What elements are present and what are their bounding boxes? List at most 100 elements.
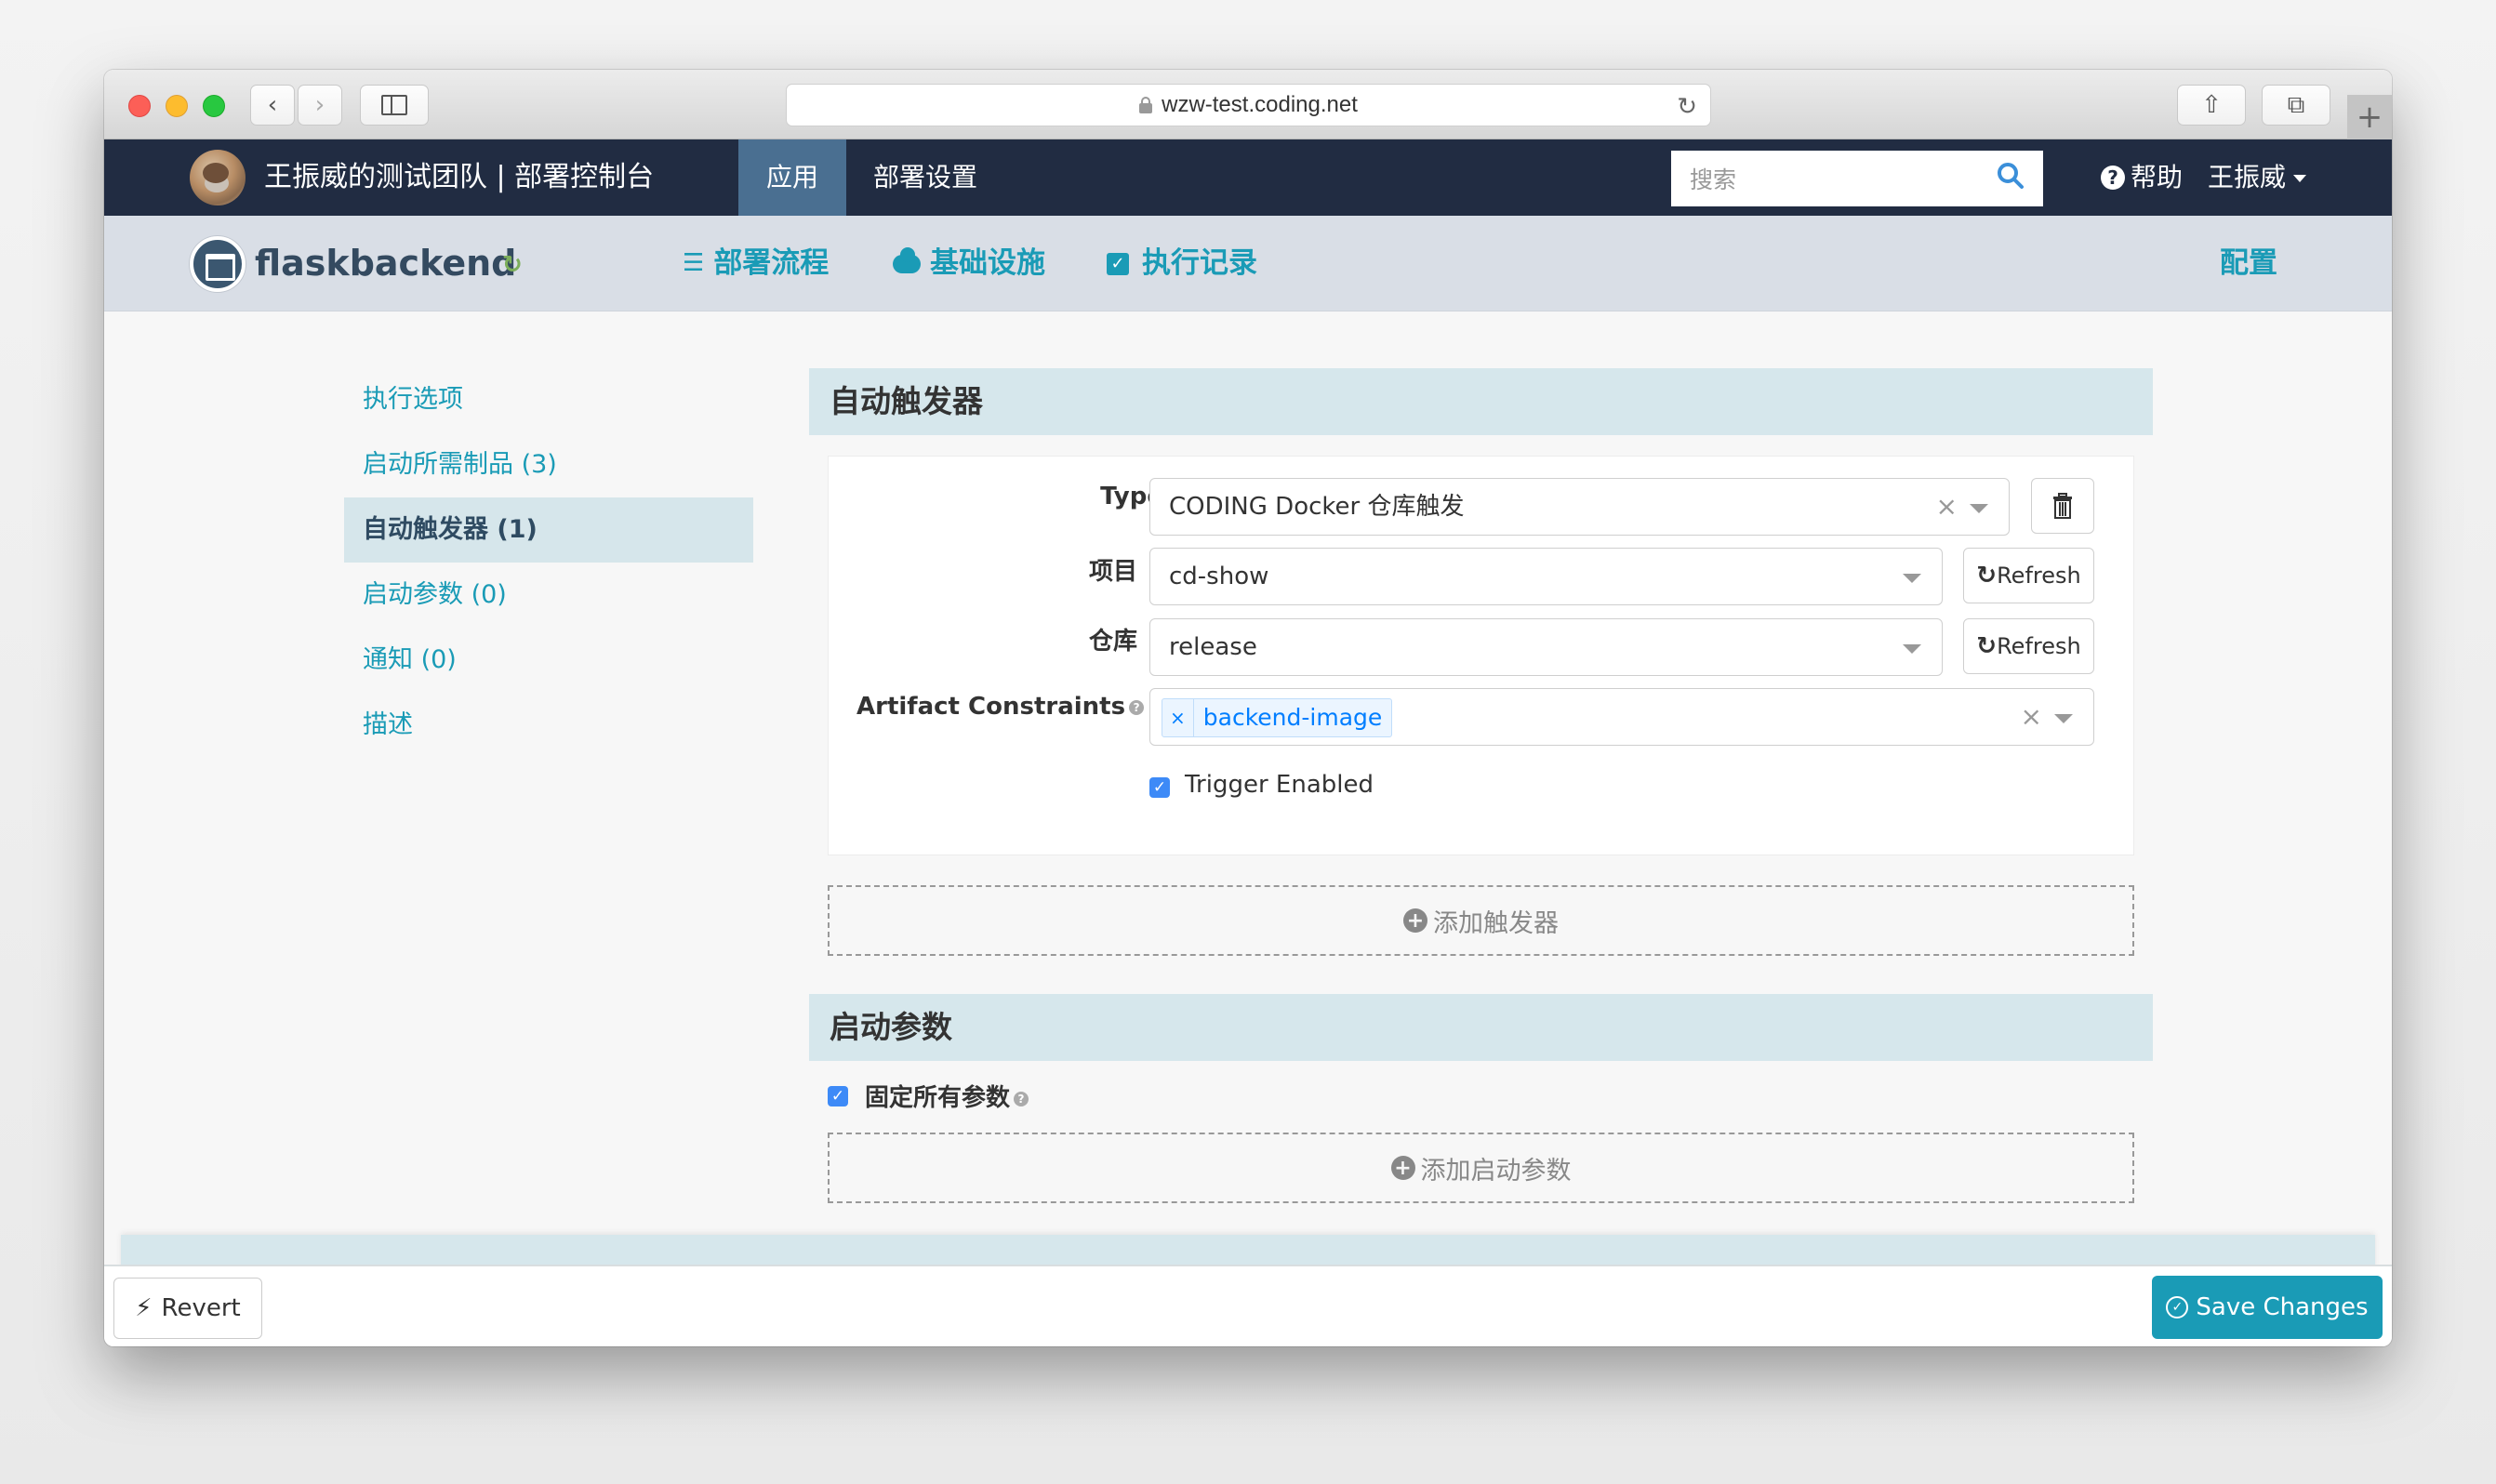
revert-button[interactable]: ⚡︎ Revert [113,1278,262,1339]
remove-tag-icon[interactable]: × [1162,699,1194,736]
forward-button[interactable]: › [298,85,342,126]
address-bar[interactable]: wzw-test.coding.net ↻ [786,84,1711,126]
new-tab-button[interactable]: + [2347,95,2392,139]
zoom-window-button[interactable] [203,95,225,117]
sidebar-item-triggers[interactable]: 自动触发器 (1) [344,497,753,563]
delete-trigger-button[interactable] [2031,478,2094,534]
subtab-config[interactable]: 配置 [2220,216,2277,311]
app-subnav: flaskbackend ↻ ☰ 部署流程 基础设施 ✓ 执行记录 配置 [104,216,2392,311]
tabs-overview-button[interactable]: ⧉ [2262,85,2330,126]
tag-value: backend-image [1202,704,1383,731]
add-trigger-label: 添加触发器 [1433,908,1559,938]
share-icon: ⇧ [2201,91,2222,119]
trigger-enabled-checkbox[interactable]: ✓ [1149,777,1170,798]
caret-down-icon [1903,574,1921,583]
nav-tab-apps[interactable]: 应用 [738,139,847,216]
chevron-right-icon: › [314,91,325,119]
lock-icon [1139,97,1153,113]
refresh-projects-button[interactable]: ↻ Refresh [1963,548,2094,603]
pin-all-params-checkbox[interactable]: ✓ [828,1086,848,1106]
back-button[interactable]: ‹ [250,85,295,126]
team-title[interactable]: 王振威的测试团队 | 部署控制台 [264,139,654,216]
team-avatar[interactable] [190,150,246,205]
refresh-repos-button[interactable]: ↻ Refresh [1963,618,2094,674]
type-label: Type [1100,483,1163,510]
cloud-icon [893,246,921,273]
add-parameter-label: 添加启动参数 [1420,1156,1572,1186]
search-placeholder: 搜索 [1690,166,1737,193]
reload-icon[interactable]: ↻ [1677,92,1697,121]
sidebar-icon [381,95,407,115]
constraints-label: Artifact Constraints [856,693,1126,721]
constraints-label-group: Artifact Constraints? [856,693,1145,721]
sync-icon[interactable]: ↻ [502,251,523,279]
clear-icon[interactable]: × [1936,479,1958,535]
save-changes-button[interactable]: ✓ Save Changes [2152,1276,2383,1339]
sidebar-item-notifications[interactable]: 通知 (0) [344,628,753,693]
sidebar-item-description[interactable]: 描述 [344,693,753,758]
plus-circle-icon: + [1390,1156,1415,1180]
chevron-left-icon: ‹ [267,91,278,119]
nav-tab-deploy-settings[interactable]: 部署设置 [845,139,1005,216]
type-value: CODING Docker 仓库触发 [1169,493,1465,521]
plus-circle-icon: + [1403,908,1427,933]
subtab-executions[interactable]: ✓ 执行记录 [1107,216,1257,311]
trigger-card: Type CODING Docker 仓库触发 × 项目 cd-show ↻ Re… [828,456,2134,855]
footer-bar: ⚡︎ Revert ✓ Save Changes [104,1265,2392,1346]
subtab-label: 基础设施 [930,246,1045,280]
url-text: wzw-test.coding.net [1162,92,1358,117]
close-window-button[interactable] [128,95,151,117]
question-circle-icon: ? [2101,166,2125,190]
sidebar-toggle-button[interactable] [360,85,429,126]
search-icon[interactable] [1997,162,2025,195]
add-parameter-button[interactable]: + 添加启动参数 [828,1133,2134,1203]
refresh-icon: ↻ [1976,562,1998,590]
params-section-title: 启动参数 [809,994,2153,1061]
project-value: cd-show [1169,563,1269,590]
refresh-label: Refresh [1997,563,2081,589]
check-square-icon: ✓ [1107,252,1129,275]
top-navbar: 王振威的测试团队 | 部署控制台 应用 部署设置 搜索 ? 帮助 王振威 [104,139,2392,216]
sidebar-item-artifacts[interactable]: 启动所需制品 (3) [344,432,753,497]
project-select[interactable]: cd-show [1149,548,1943,605]
app-window-icon [190,236,246,292]
repo-select[interactable]: release [1149,618,1943,676]
share-button[interactable]: ⇧ [2177,85,2246,126]
repo-label: 仓库 [1088,628,1137,656]
user-menu[interactable]: 王振威 [2208,139,2307,216]
refresh-label: Refresh [1997,633,2081,659]
save-label: Save Changes [2196,1293,2369,1321]
trigger-enabled-label: Trigger Enabled [1185,771,1374,799]
user-name: 王振威 [2208,162,2287,192]
add-trigger-button[interactable]: + 添加触发器 [828,885,2134,956]
subtab-infrastructure[interactable]: 基础设施 [893,216,1045,311]
repo-value: release [1169,633,1257,661]
caret-down-icon [2054,714,2073,723]
subtab-pipelines[interactable]: ☰ 部署流程 [683,216,829,311]
refresh-icon: ↻ [1976,632,1998,660]
project-label: 项目 [1088,558,1137,586]
help-label: 帮助 [2131,162,2184,192]
help-icon[interactable]: ? [1129,699,1145,715]
help-icon[interactable]: ? [1014,1091,1029,1106]
pin-all-params-label: 固定所有参数 [865,1084,1011,1112]
subtab-label: 执行记录 [1142,246,1257,280]
constraint-tag: × backend-image [1162,698,1393,737]
list-icon: ☰ [683,249,705,277]
sidebar-item-parameters[interactable]: 启动参数 (0) [344,563,753,628]
browser-titlebar: ‹ › wzw-test.coding.net ↻ ⇧ ⧉ + [104,70,2392,139]
search-input[interactable]: 搜索 [1671,151,2043,206]
caret-down-icon [1970,504,1988,513]
plus-icon: + [2356,99,2383,136]
revert-label: Revert [161,1294,241,1322]
tabs-icon: ⧉ [2287,90,2305,119]
help-link[interactable]: ? 帮助 [2101,139,2183,216]
artifact-constraints-select[interactable]: × backend-image × [1149,688,2094,746]
sidebar-item-execution-options[interactable]: 执行选项 [344,367,753,432]
minimize-window-button[interactable] [166,95,188,117]
clear-icon[interactable]: × [2021,689,2042,745]
app-name[interactable]: flaskbackend [255,216,516,311]
type-select[interactable]: CODING Docker 仓库触发 × [1149,478,2010,536]
bolt-icon: ⚡︎ [135,1294,153,1322]
check-circle-icon: ✓ [2166,1296,2189,1318]
